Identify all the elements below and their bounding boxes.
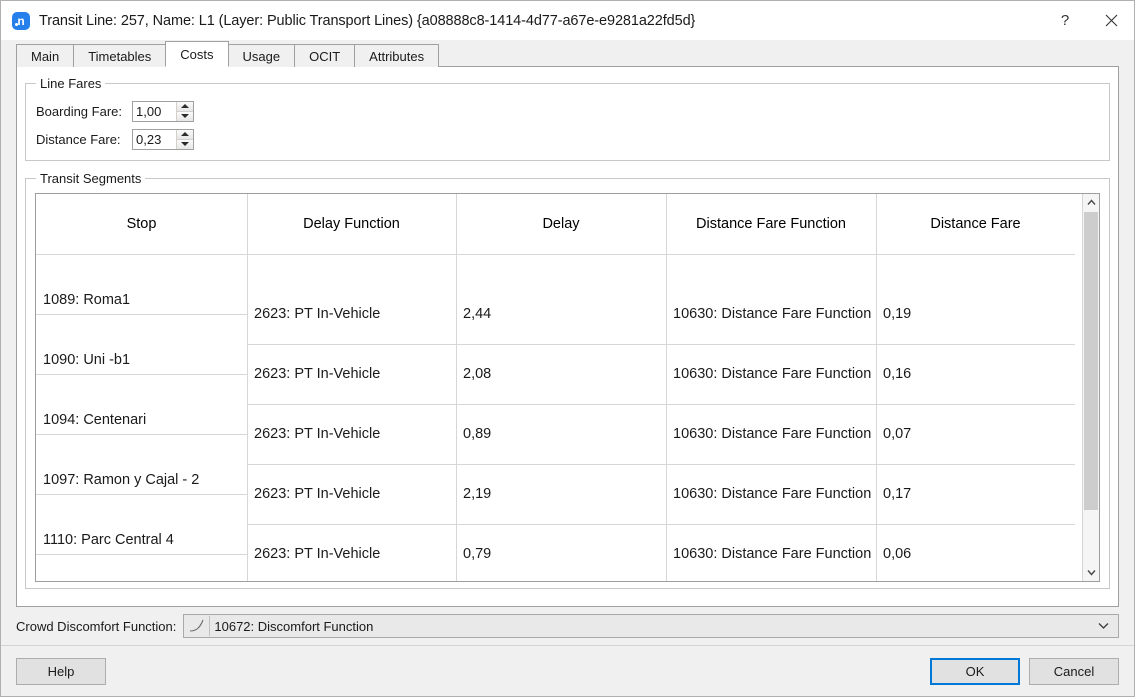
segment-cell-distance-fare-function[interactable]: 10630: Distance Fare Function (666, 524, 876, 582)
segment-cell-distance-fare-function[interactable]: 10630: Distance Fare Function (666, 284, 876, 344)
scroll-up-icon[interactable] (1083, 194, 1099, 211)
transit-segments-table[interactable]: StopDelay FunctionDelayDistance Fare Fun… (35, 193, 1100, 582)
boarding-fare-spin-buttons[interactable] (176, 102, 193, 121)
table-row[interactable]: 1089: Roma1 (36, 254, 247, 314)
crowd-discomfort-dropdown[interactable]: 10672: Discomfort Function (183, 614, 1119, 638)
tab-costs[interactable]: Costs (165, 41, 228, 67)
segment-cell-delay-function[interactable]: 2623: PT In-Vehicle (247, 284, 456, 344)
tab-main[interactable]: Main (16, 44, 74, 67)
window-title: Transit Line: 257, Name: L1 (Layer: Publ… (39, 13, 695, 29)
segment-cell-delay-function[interactable]: 2623: PT In-Vehicle (247, 464, 456, 524)
column-header-stop: Stop (36, 194, 247, 254)
table-row[interactable]: 1107: Parc Central 1 (36, 554, 247, 582)
crowd-discomfort-value: 10672: Discomfort Function (214, 619, 373, 634)
segment-cell-delay-function[interactable]: 2623: PT In-Vehicle (247, 344, 456, 404)
table-row[interactable]: 1097: Ramon y Cajal - 2 (36, 434, 247, 494)
crowd-discomfort-label: Crowd Discomfort Function: (16, 619, 176, 634)
column-header-distance-fare-function: Distance Fare Function (666, 194, 876, 254)
segment-cell-delay[interactable]: 2,19 (456, 464, 666, 524)
column-header-distance-fare: Distance Fare (876, 194, 1075, 254)
cancel-button[interactable]: Cancel (1029, 658, 1119, 685)
crowd-discomfort-row: Crowd Discomfort Function: 10672: Discom… (1, 607, 1134, 645)
boarding-fare-label: Boarding Fare: (36, 104, 132, 119)
distance-fare-input[interactable] (133, 130, 176, 149)
table-vertical-scrollbar[interactable] (1082, 194, 1099, 581)
segment-cell-distance-fare[interactable]: 0,06 (876, 524, 1075, 582)
distance-fare-row: Distance Fare: (36, 127, 1101, 151)
spin-down-icon[interactable] (177, 139, 193, 149)
segment-cell-distance-fare[interactable]: 0,19 (876, 284, 1075, 344)
app-icon-letter: n (12, 12, 30, 30)
tab-usage[interactable]: Usage (228, 44, 296, 67)
app-icon: n (12, 12, 30, 30)
title-bar-buttons: ? (1042, 1, 1134, 40)
app-icon-dot (15, 23, 18, 26)
segment-cell-delay-function[interactable]: 2623: PT In-Vehicle (247, 524, 456, 582)
scroll-down-icon[interactable] (1083, 564, 1099, 581)
ok-button[interactable]: OK (930, 658, 1020, 685)
scrollbar-thumb[interactable] (1084, 212, 1098, 510)
table-row[interactable]: 1094: Centenari (36, 374, 247, 434)
spin-up-icon[interactable] (177, 130, 193, 139)
segment-row-divider (247, 254, 1075, 255)
tab-timetables[interactable]: Timetables (73, 44, 166, 67)
transit-segments-table-body: StopDelay FunctionDelayDistance Fare Fun… (36, 194, 1099, 581)
segment-cell-delay-function[interactable]: 2623: PT In-Vehicle (247, 404, 456, 464)
line-fares-group: Line Fares Boarding Fare: Distance Fare: (25, 76, 1110, 161)
table-row[interactable]: 1090: Uni -b1 (36, 314, 247, 374)
segment-cell-delay[interactable]: 2,08 (456, 344, 666, 404)
segment-cell-delay[interactable]: 0,89 (456, 404, 666, 464)
boarding-fare-input[interactable] (133, 102, 176, 121)
transit-segments-group: Transit Segments StopDelay FunctionDelay… (25, 171, 1110, 589)
line-fares-legend: Line Fares (36, 76, 105, 91)
distance-fare-spin-buttons[interactable] (176, 130, 193, 149)
distance-fare-label: Distance Fare: (36, 132, 132, 147)
segment-cell-distance-fare-function[interactable]: 10630: Distance Fare Function (666, 344, 876, 404)
spin-up-icon[interactable] (177, 102, 193, 111)
segment-cell-distance-fare[interactable]: 0,07 (876, 404, 1075, 464)
segment-cell-delay[interactable]: 0,79 (456, 524, 666, 582)
distance-fare-stepper[interactable] (132, 129, 194, 150)
help-icon[interactable]: ? (1042, 1, 1088, 40)
segment-cell-delay[interactable]: 2,44 (456, 284, 666, 344)
tab-ocit[interactable]: OCIT (294, 44, 355, 67)
title-bar: n Transit Line: 257, Name: L1 (Layer: Pu… (1, 1, 1134, 40)
column-header-delay-function: Delay Function (247, 194, 456, 254)
transit-segments-legend: Transit Segments (36, 171, 145, 186)
close-icon[interactable] (1088, 1, 1134, 40)
boarding-fare-stepper[interactable] (132, 101, 194, 122)
dialog-footer: Help OK Cancel (1, 645, 1134, 696)
chevron-down-icon[interactable] (1088, 615, 1118, 637)
boarding-fare-row: Boarding Fare: (36, 99, 1101, 123)
column-header-delay: Delay (456, 194, 666, 254)
dialog-window: n Transit Line: 257, Name: L1 (Layer: Pu… (0, 0, 1135, 697)
curve-function-icon (185, 616, 210, 636)
segment-cell-distance-fare-function[interactable]: 10630: Distance Fare Function (666, 464, 876, 524)
tab-panel-costs: Line Fares Boarding Fare: Distance Fare: (16, 67, 1119, 607)
segment-cell-distance-fare[interactable]: 0,17 (876, 464, 1075, 524)
tab-attributes[interactable]: Attributes (354, 44, 439, 67)
segment-cell-distance-fare[interactable]: 0,16 (876, 344, 1075, 404)
spin-down-icon[interactable] (177, 111, 193, 121)
tab-bar: Main Timetables Costs Usage OCIT Attribu… (1, 40, 1134, 67)
help-button[interactable]: Help (16, 658, 106, 685)
table-row[interactable]: 1110: Parc Central 4 (36, 494, 247, 554)
segment-cell-distance-fare-function[interactable]: 10630: Distance Fare Function (666, 404, 876, 464)
